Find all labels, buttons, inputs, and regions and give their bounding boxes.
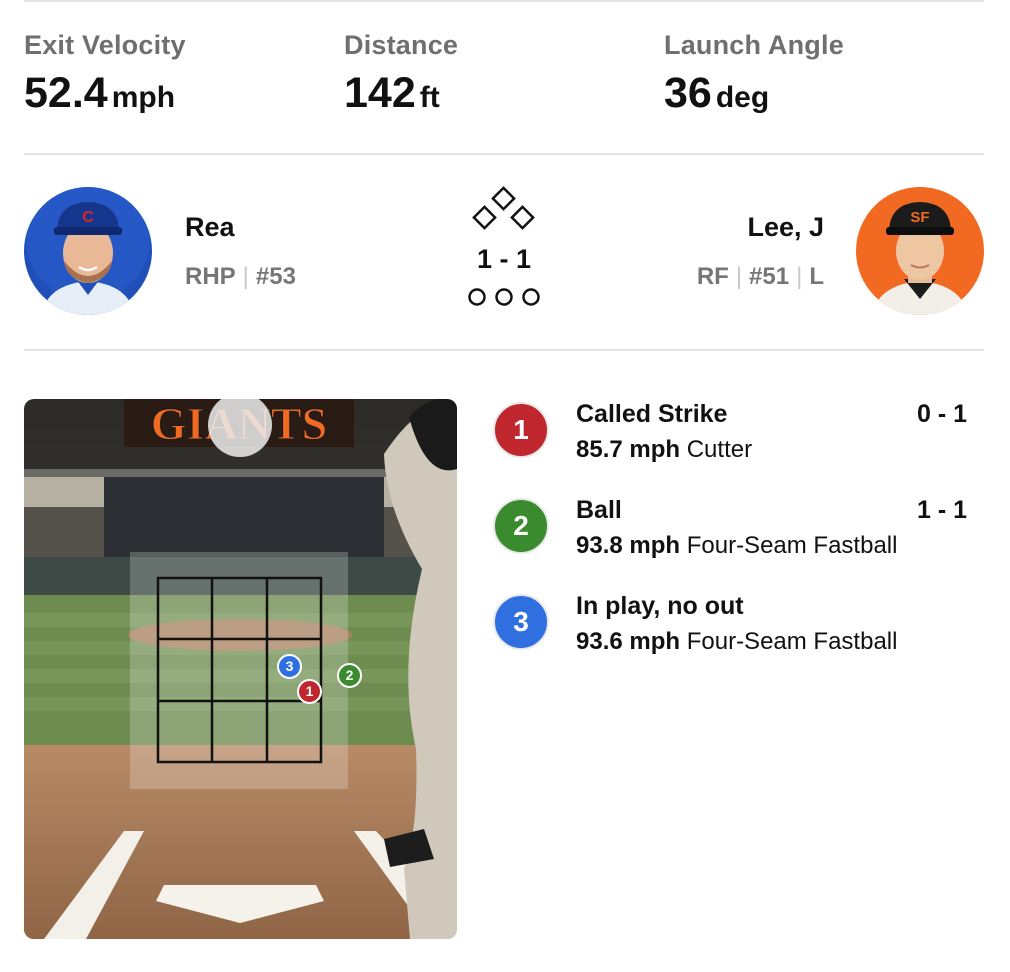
stat-unit: mph — [111, 81, 176, 114]
launch-angle-stat: Launch Angle 36 deg — [664, 30, 844, 118]
pitcher-number: #53 — [255, 263, 296, 290]
pitch-speed: 93.6 mph — [576, 628, 681, 655]
pitch-number-badge: 3 — [493, 594, 549, 650]
pitch-marker-1[interactable]: 1 — [297, 679, 322, 704]
exit-velocity-stat: Exit Velocity 52.4 mph — [24, 30, 186, 118]
pitch-marker-2[interactable]: 2 — [337, 663, 362, 688]
meta-separator: | — [735, 263, 743, 290]
third-base-icon — [472, 205, 497, 230]
batter-position: RF — [696, 263, 729, 290]
second-base-icon — [491, 186, 516, 211]
outs-indicator-icon — [468, 288, 540, 306]
stat-value: 52.4 — [24, 69, 108, 117]
pitch-type: Four-Seam Fastball — [686, 628, 898, 655]
meta-separator: | — [242, 263, 249, 290]
pitch-detail: 85.7 mph Cutter — [576, 436, 752, 464]
stat-label: Launch Angle — [664, 30, 844, 60]
pitch-speed: 93.8 mph — [576, 532, 681, 559]
pitch-detail: 93.6 mph Four-Seam Fastball — [576, 628, 897, 656]
batter-meta: RF | #51 | L — [697, 263, 824, 291]
stat-label: Distance — [344, 30, 459, 60]
out-icon — [468, 288, 486, 306]
stat-value: 36 — [664, 69, 712, 117]
pitch-count: 1 - 1 — [916, 496, 967, 524]
matchup-divider — [24, 349, 984, 351]
batter-number: #51 — [749, 263, 790, 290]
out-icon — [522, 288, 540, 306]
pitch-marker-3[interactable]: 3 — [277, 654, 302, 679]
pitch-speed: 85.7 mph — [576, 436, 681, 463]
stat-unit: deg — [715, 81, 770, 114]
pitch-result: Called Strike — [576, 400, 728, 428]
pitch-result: In play, no out — [576, 592, 744, 620]
pitcher-name[interactable]: Rea — [185, 212, 235, 243]
svg-text:C: C — [82, 209, 94, 226]
batter-avatar[interactable]: SF — [856, 187, 984, 315]
pitch-number-badge: 1 — [493, 402, 549, 458]
pitch-list-item[interactable]: 3 In play, no out 93.6 mph Four-Seam Fas… — [493, 592, 973, 662]
pitcher-meta: RHP | #53 — [185, 263, 296, 291]
meta-separator: | — [796, 263, 803, 290]
pitch-type: Four-Seam Fastball — [686, 532, 898, 559]
pitch-list-item[interactable]: 2 Ball 1 - 1 93.8 mph Four-Seam Fastball — [493, 496, 973, 566]
distance-stat: Distance 142 ft — [344, 30, 458, 118]
ball-strike-count: 1 - 1 — [476, 244, 532, 274]
stats-divider — [24, 153, 984, 155]
top-divider — [24, 0, 984, 2]
pitch-list-item[interactable]: 1 Called Strike 0 - 1 85.7 mph Cutter — [493, 400, 973, 470]
stat-unit: ft — [419, 81, 440, 114]
pitch-count: 0 - 1 — [916, 400, 967, 428]
pitcher-position: RHP — [185, 263, 236, 290]
pitch-location-view: GIANTS 3 1 2 — [24, 399, 457, 939]
pitch-number-badge: 2 — [493, 498, 549, 554]
pitch-result: Ball — [576, 496, 622, 524]
ballpark-scene: GIANTS — [24, 399, 457, 939]
stat-label: Exit Velocity — [24, 30, 186, 60]
pitch-detail: 93.8 mph Four-Seam Fastball — [576, 532, 897, 560]
out-icon — [495, 288, 513, 306]
batter-name[interactable]: Lee, J — [747, 212, 824, 243]
batter-bats: L — [809, 263, 824, 290]
pitch-type: Cutter — [686, 436, 753, 463]
svg-text:SF: SF — [910, 209, 929, 226]
pitcher-avatar[interactable]: C — [24, 187, 152, 315]
bases-diamond-icon — [472, 186, 535, 230]
first-base-icon — [510, 205, 535, 230]
stat-value: 142 — [344, 69, 416, 117]
